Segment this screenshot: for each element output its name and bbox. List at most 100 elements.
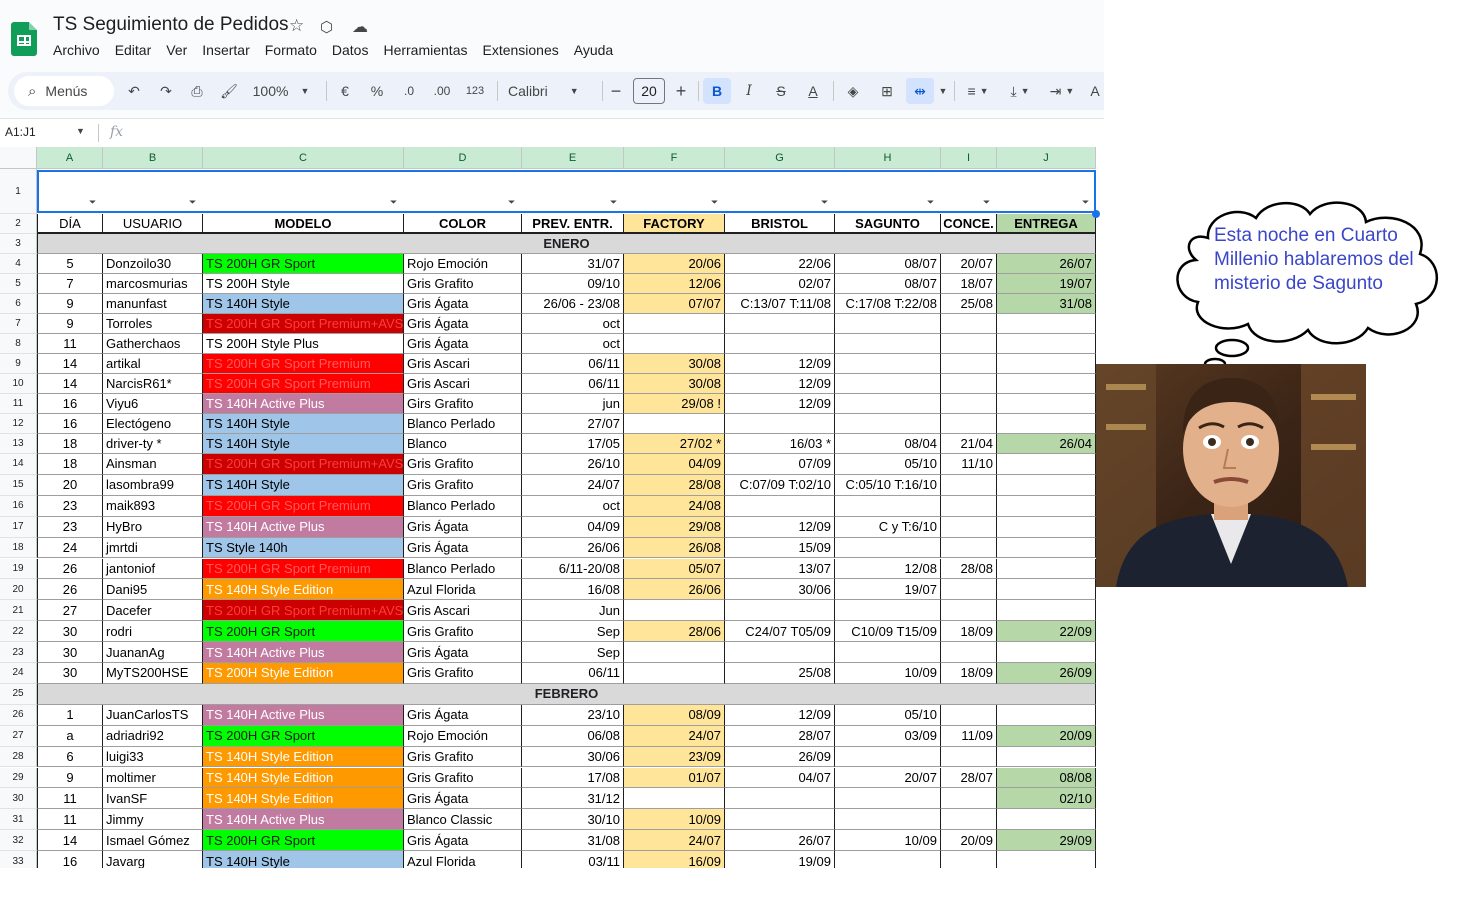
user-cell[interactable]: Donzoilo30 — [103, 254, 203, 274]
delivery-cell[interactable] — [997, 809, 1096, 831]
bristol-cell[interactable] — [725, 809, 835, 831]
row-header[interactable]: 4 — [0, 254, 37, 274]
row-header[interactable]: 32 — [0, 830, 37, 852]
horizontal-align-icon[interactable]: ≡ ▼ — [960, 78, 996, 104]
currency-format-button[interactable]: € — [336, 78, 354, 104]
color-cell[interactable]: Gris Ágata — [404, 537, 522, 559]
column-header-d[interactable]: D — [404, 147, 522, 169]
sagunto-cell[interactable]: 10/09 — [835, 663, 941, 684]
row-header[interactable]: 5 — [0, 274, 37, 294]
day-cell[interactable]: 9 — [37, 767, 103, 789]
select-all-corner[interactable] — [0, 147, 37, 169]
header-cell[interactable]: USUARIO — [103, 214, 203, 234]
header-cell[interactable]: CONCE. — [941, 214, 997, 234]
prev-delivery-cell[interactable]: 27/07 — [522, 414, 624, 434]
font-select[interactable]: Calibri ▼ — [508, 78, 590, 104]
dealer-cell[interactable]: 28/07 — [941, 767, 997, 789]
user-cell[interactable]: Dani95 — [103, 579, 203, 601]
color-cell[interactable]: Gris Ascari — [404, 354, 522, 374]
user-cell[interactable]: Ainsman — [103, 454, 203, 475]
factory-cell[interactable]: 30/08 — [624, 374, 725, 394]
prev-delivery-cell[interactable]: 24/07 — [522, 474, 624, 496]
day-cell[interactable]: 26 — [37, 579, 103, 601]
factory-cell[interactable]: 30/08 — [624, 354, 725, 374]
user-cell[interactable]: adriadri92 — [103, 725, 203, 747]
text-wrap-icon[interactable]: ⇥ ▼ — [1044, 78, 1080, 104]
menu-herramientas[interactable]: Herramientas — [383, 42, 467, 58]
row-header[interactable]: 18 — [0, 537, 37, 559]
sagunto-cell[interactable] — [835, 354, 941, 374]
day-cell[interactable]: 6 — [37, 746, 103, 768]
header-cell[interactable]: PREV. ENTR. — [522, 214, 624, 234]
dealer-cell[interactable] — [941, 746, 997, 768]
percent-format-button[interactable]: % — [368, 78, 386, 104]
row-header[interactable]: 3 — [0, 234, 37, 254]
dealer-cell[interactable] — [941, 516, 997, 538]
bristol-cell[interactable]: 22/06 — [725, 254, 835, 274]
factory-cell[interactable]: 07/07 — [624, 294, 725, 314]
dealer-cell[interactable] — [941, 474, 997, 496]
day-cell[interactable]: 11 — [37, 334, 103, 354]
increase-font-size-icon[interactable]: + — [672, 78, 690, 104]
prev-delivery-cell[interactable]: 06/11 — [522, 374, 624, 394]
model-cell[interactable]: TS 140H Style — [203, 474, 404, 496]
fill-color-icon[interactable]: ◈ — [842, 78, 864, 104]
row-header[interactable]: 2 — [0, 214, 37, 234]
bristol-cell[interactable] — [725, 334, 835, 354]
filter-icon[interactable]: ⏷ — [1082, 197, 1089, 208]
menu-ayuda[interactable]: Ayuda — [574, 42, 613, 58]
sagunto-cell[interactable] — [835, 788, 941, 810]
sagunto-cell[interactable]: 10/09 — [835, 830, 941, 852]
bristol-cell[interactable]: C:07/09 T:02/10 — [725, 474, 835, 496]
row-header[interactable]: 20 — [0, 579, 37, 601]
day-cell[interactable]: 16 — [37, 394, 103, 414]
dealer-cell[interactable] — [941, 354, 997, 374]
bristol-cell[interactable]: 30/06 — [725, 579, 835, 601]
user-cell[interactable]: lasombra99 — [103, 474, 203, 496]
strikethrough-icon[interactable]: S — [770, 78, 792, 104]
delivery-cell[interactable]: 08/08 — [997, 767, 1096, 789]
model-cell[interactable]: TS 200H GR Sport Premium+AVS — [203, 454, 404, 475]
delivery-cell[interactable]: 22/09 — [997, 621, 1096, 643]
user-cell[interactable]: manunfast — [103, 294, 203, 314]
sagunto-cell[interactable]: C:05/10 T:16/10 — [835, 474, 941, 496]
color-cell[interactable]: Gris Grafito — [404, 621, 522, 643]
user-cell[interactable]: Ismael Gómez — [103, 830, 203, 852]
factory-cell[interactable]: 24/07 — [624, 830, 725, 852]
factory-cell[interactable]: 28/08 — [624, 474, 725, 496]
prev-delivery-cell[interactable]: oct — [522, 334, 624, 354]
day-cell[interactable]: 14 — [37, 374, 103, 394]
dealer-cell[interactable] — [941, 809, 997, 831]
row-header[interactable]: 24 — [0, 663, 37, 684]
model-cell[interactable]: TS 200H GR Sport — [203, 254, 404, 274]
sagunto-cell[interactable]: C10/09 T15/09 — [835, 621, 941, 643]
bristol-cell[interactable]: 28/07 — [725, 725, 835, 747]
delivery-cell[interactable]: 02/10 — [997, 788, 1096, 810]
prev-delivery-cell[interactable]: Jun — [522, 600, 624, 622]
color-cell[interactable]: Gris Grafito — [404, 274, 522, 294]
row-header[interactable]: 13 — [0, 434, 37, 454]
dealer-cell[interactable]: 21/04 — [941, 434, 997, 454]
color-cell[interactable]: Gris Ágata — [404, 516, 522, 538]
dealer-cell[interactable] — [941, 414, 997, 434]
dealer-cell[interactable] — [941, 334, 997, 354]
sagunto-cell[interactable] — [835, 374, 941, 394]
color-cell[interactable]: Blanco Perlado — [404, 495, 522, 517]
user-cell[interactable]: luigi33 — [103, 746, 203, 768]
factory-cell[interactable] — [624, 414, 725, 434]
color-cell[interactable]: Gris Grafito — [404, 663, 522, 684]
column-header-e[interactable]: E — [522, 147, 624, 169]
font-size-input[interactable]: 20 — [633, 78, 665, 104]
model-cell[interactable]: TS 140H Active Plus — [203, 704, 404, 726]
factory-cell[interactable] — [624, 788, 725, 810]
bristol-cell[interactable]: 12/09 — [725, 516, 835, 538]
row-header[interactable]: 7 — [0, 314, 37, 334]
color-cell[interactable]: Gris Grafito — [404, 767, 522, 789]
factory-cell[interactable] — [624, 600, 725, 622]
prev-delivery-cell[interactable]: 04/09 — [522, 516, 624, 538]
bristol-cell[interactable]: 25/08 — [725, 663, 835, 684]
day-cell[interactable]: 11 — [37, 788, 103, 810]
factory-cell[interactable]: 01/07 — [624, 767, 725, 789]
column-header-i[interactable]: I — [941, 147, 997, 169]
dealer-cell[interactable] — [941, 314, 997, 334]
